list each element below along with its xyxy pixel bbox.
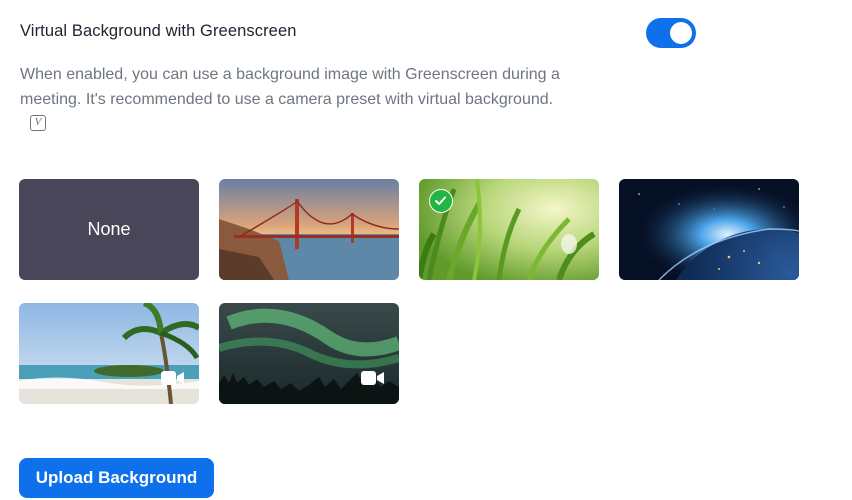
upload-background-button[interactable]: Upload Background <box>19 458 214 498</box>
aurora-image <box>219 303 399 404</box>
selected-check-icon <box>429 189 453 213</box>
toggle-knob <box>670 22 692 44</box>
background-golden-gate-tile[interactable] <box>219 179 399 280</box>
setting-title: Virtual Background with Greenscreen <box>20 22 297 40</box>
video-camera-icon <box>161 370 185 386</box>
background-earth-tile[interactable] <box>619 179 799 280</box>
vendor-logo-icon: V <box>30 115 46 131</box>
background-grass-tile[interactable] <box>419 179 599 280</box>
greenscreen-toggle[interactable] <box>646 18 696 48</box>
beach-image <box>19 303 199 404</box>
video-camera-icon <box>361 370 385 386</box>
earth-image <box>619 179 799 280</box>
background-beach-tile[interactable] <box>19 303 199 404</box>
golden-gate-image <box>219 179 399 280</box>
none-label: None <box>87 219 131 239</box>
setting-description: When enabled, you can use a background i… <box>20 66 560 108</box>
background-none-tile[interactable]: None <box>19 179 199 280</box>
background-aurora-tile[interactable] <box>219 303 399 404</box>
